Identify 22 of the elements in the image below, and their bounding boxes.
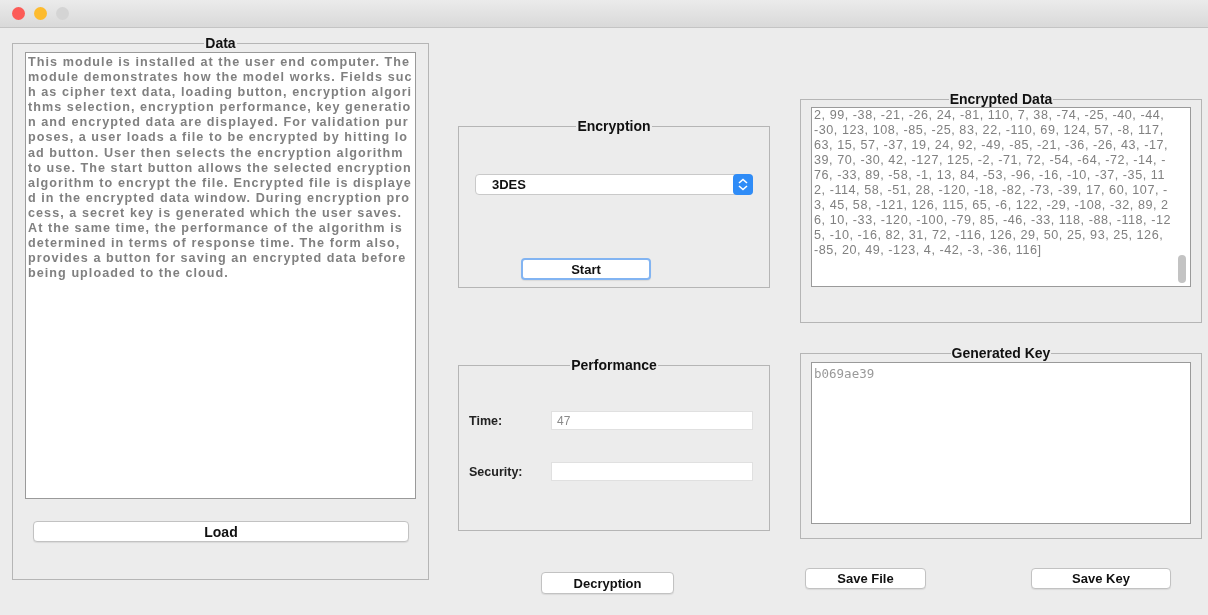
load-button[interactable]: Load (33, 521, 409, 542)
panel-title: Data (205, 35, 236, 51)
text-area[interactable]: This module is installed at the user end computer. The module demonstrates how the model works. Fields such as cipher text data, loading button, encryption algorithms selection, encryption performance, key generation and encrypted data are displayed. For validation purposes, a user loads a file to be encrypted by hitting load button. User then selects the encryption algorithm to use. The start button allows the selected encryption algorithm to encrypt the file. Encrypted file is displayed in the encrypted data window. During encryption process, a secret key is generated which the user saves. At the same time, the performance of the algorithm is determined in terms of response time. The form also, provides a button for saving an encrypted data before being uploaded to the cloud. (25, 52, 416, 499)
scrollbar[interactable] (1178, 255, 1186, 283)
input-field[interactable]: 47 (551, 411, 753, 430)
panel-title: Encrypted Data (949, 91, 1053, 107)
minimize-button[interactable] (34, 7, 47, 20)
start-button[interactable]: Start (521, 258, 651, 280)
close-button[interactable] (12, 7, 25, 20)
text-area[interactable] (811, 107, 1191, 287)
input-field[interactable] (551, 462, 753, 481)
field-label: Time: (469, 413, 504, 428)
encrypted-text: 2, 99, -38, -21, -26, 24, -81, 110, 7, 38, -74, -25, -40, -44, -30, 123, 108, -85, -25, 83, 22, -110, 69, 124, 57, -8, 117, 63, 15, 57, -37, 19, 24, 92, -49, -85, -21, -36, -26, 43, -17, 39, 70, -30, 42, -127, 125, -2, -71, 72, -54, -64, -72, -14, -76, -33, 89, -58, -1, 13, 84, -53, -96, -16, -10, -37, -35, 112, -114, 58, -51, 28, -120, -18, -82, -73, -39, 17, 60, 107, -3, 45, 58, -121, 126, 115, 65, -6, 122, -29, -108, -32, 89, 26, 10, -33, -120, -100, -79, 85, -46, -33, 118, -88, -118, -125, -10, -16, 82, 31, 72, -116, 126, 29, 50, 25, 93, 25, 126, -85, 20, 49, -123, 4, -42, -3, -36, 116] (814, 108, 1172, 258)
save-file-button[interactable]: Save File (805, 568, 926, 589)
panel-title: Encryption (577, 118, 651, 134)
algorithm-dropdown[interactable]: 3DES (475, 174, 753, 195)
decryption-button[interactable]: Decryption (541, 572, 674, 594)
panel-title: Generated Key (951, 345, 1051, 361)
panel-title: Performance (571, 357, 657, 373)
stepper-icon (733, 174, 753, 195)
field-label: Security: (469, 464, 524, 479)
save-key-button[interactable]: Save Key (1031, 568, 1171, 589)
